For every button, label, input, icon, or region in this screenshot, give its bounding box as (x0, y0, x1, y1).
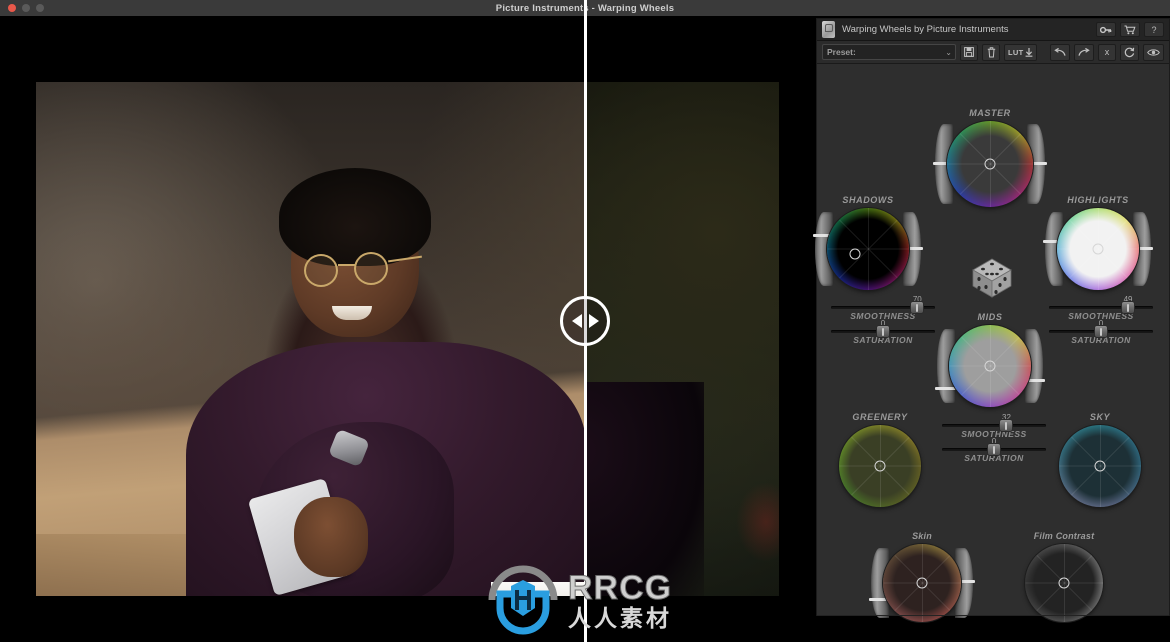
slider-highlights-saturation[interactable]: 0 SATURATION (1049, 319, 1153, 345)
delete-preset-button[interactable] (982, 43, 1000, 61)
help-button[interactable]: ? (1144, 22, 1164, 37)
right-arrow-icon (588, 314, 599, 328)
wheel-label-greenery: GREENERY (852, 412, 908, 422)
wheel-group-skin: Skin (869, 531, 975, 627)
license-key-button[interactable] (1096, 22, 1116, 37)
reset-circular-arrow-icon (1124, 47, 1135, 57)
clear-button[interactable]: x (1098, 43, 1116, 61)
watermark: RRCG 人人素材 (486, 562, 696, 638)
minimize-button[interactable] (22, 4, 30, 12)
watermark-subtitle: 人人素材 (568, 604, 672, 631)
slider-block-highlights: 49 SMOOTHNESS 0 SATURATION (1049, 295, 1153, 354)
preset-select[interactable]: Preset: ⌄ (822, 44, 956, 60)
image-viewer[interactable]: RRCG 人人素材 (0, 16, 816, 642)
dice-icon (972, 258, 1012, 298)
download-arrow-icon (1026, 47, 1033, 57)
panel-title: Warping Wheels by Picture Instruments (842, 24, 1009, 35)
wheel-group-greenery: GREENERY (839, 412, 921, 512)
photo-frame (36, 82, 779, 596)
lut-label: LUT (1008, 47, 1024, 57)
panel-toolbar: Preset: ⌄ LUT x (817, 41, 1169, 64)
floppy-save-icon (964, 47, 974, 57)
rrcg-shield-icon (488, 565, 558, 635)
wheel-shadows[interactable] (813, 208, 923, 290)
wheel-sky[interactable] (1059, 425, 1141, 507)
wheel-highlights[interactable] (1043, 208, 1153, 290)
wheel-mids[interactable] (935, 325, 1045, 407)
close-button[interactable] (8, 4, 16, 12)
wheel-film-contrast[interactable] (1025, 544, 1103, 622)
plugin-panel: Warping Wheels by Picture Instruments ? (813, 18, 1170, 622)
wheel-group-mids: MIDS (935, 312, 1045, 412)
wheel-label-shadows: SHADOWS (842, 195, 894, 205)
chevron-down-icon: ⌄ (945, 48, 952, 57)
undo-arrow-icon (1054, 47, 1066, 56)
redo-arrow-icon (1078, 47, 1090, 56)
save-preset-button[interactable] (960, 43, 978, 61)
plugin-logo-icon (822, 21, 835, 38)
left-arrow-icon (571, 314, 582, 328)
window-controls[interactable] (8, 4, 44, 12)
shopping-cart-icon (1124, 25, 1136, 34)
key-icon (1100, 26, 1112, 33)
slider-block-mids: 32 SMOOTHNESS 0 SATURATION (942, 413, 1046, 472)
lut-export-button[interactable]: LUT (1004, 43, 1038, 61)
watermark-brand: RRCG (567, 568, 673, 607)
split-handle[interactable] (560, 296, 610, 346)
reset-button[interactable] (1120, 43, 1139, 61)
wheel-label-film-contrast: Film Contrast (1033, 531, 1095, 541)
preview-toggle-button[interactable] (1143, 43, 1164, 61)
wheel-label-mids: MIDS (977, 312, 1003, 322)
undo-button[interactable] (1050, 43, 1070, 61)
wheel-master[interactable] (933, 121, 1047, 207)
wheel-label-sky: SKY (1089, 412, 1111, 422)
zoom-button[interactable] (36, 4, 44, 12)
slider-mids-saturation[interactable]: 0 SATURATION (942, 437, 1046, 463)
wheel-label-master: MASTER (969, 108, 1011, 118)
wheels-area: MASTER SHADOWS HIGHLIGHTS 70 SMOOTHNESS … (813, 64, 1169, 622)
shop-button[interactable] (1120, 22, 1140, 37)
photo-subject-glasses (304, 252, 422, 287)
randomize-button[interactable] (969, 254, 1015, 305)
app-window: Picture Instruments - Warping Wheels RRC… (0, 0, 1170, 642)
wheel-group-film-contrast: Film Contrast (1025, 531, 1103, 627)
preset-label: Preset: (827, 47, 856, 57)
wheel-label-skin: Skin (912, 531, 932, 541)
wheel-greenery[interactable] (839, 425, 921, 507)
wheel-group-shadows: SHADOWS (813, 195, 923, 295)
wheel-skin[interactable] (869, 544, 975, 622)
photo-subject-hand (294, 497, 368, 577)
panel-bottom-divider (817, 615, 1169, 616)
eye-icon (1147, 48, 1160, 56)
slider-block-shadows: 70 SMOOTHNESS 0 SATURATION (831, 295, 935, 354)
wheel-group-sky: SKY (1059, 412, 1141, 512)
wheel-group-highlights: HIGHLIGHTS (1043, 195, 1153, 295)
slider-shadows-saturation[interactable]: 0 SATURATION (831, 319, 935, 345)
wheel-group-master: MASTER (933, 108, 1047, 212)
wheel-label-highlights: HIGHLIGHTS (1067, 195, 1129, 205)
redo-button[interactable] (1074, 43, 1094, 61)
panel-header: Warping Wheels by Picture Instruments ? (817, 19, 1169, 41)
trash-icon (987, 46, 995, 57)
